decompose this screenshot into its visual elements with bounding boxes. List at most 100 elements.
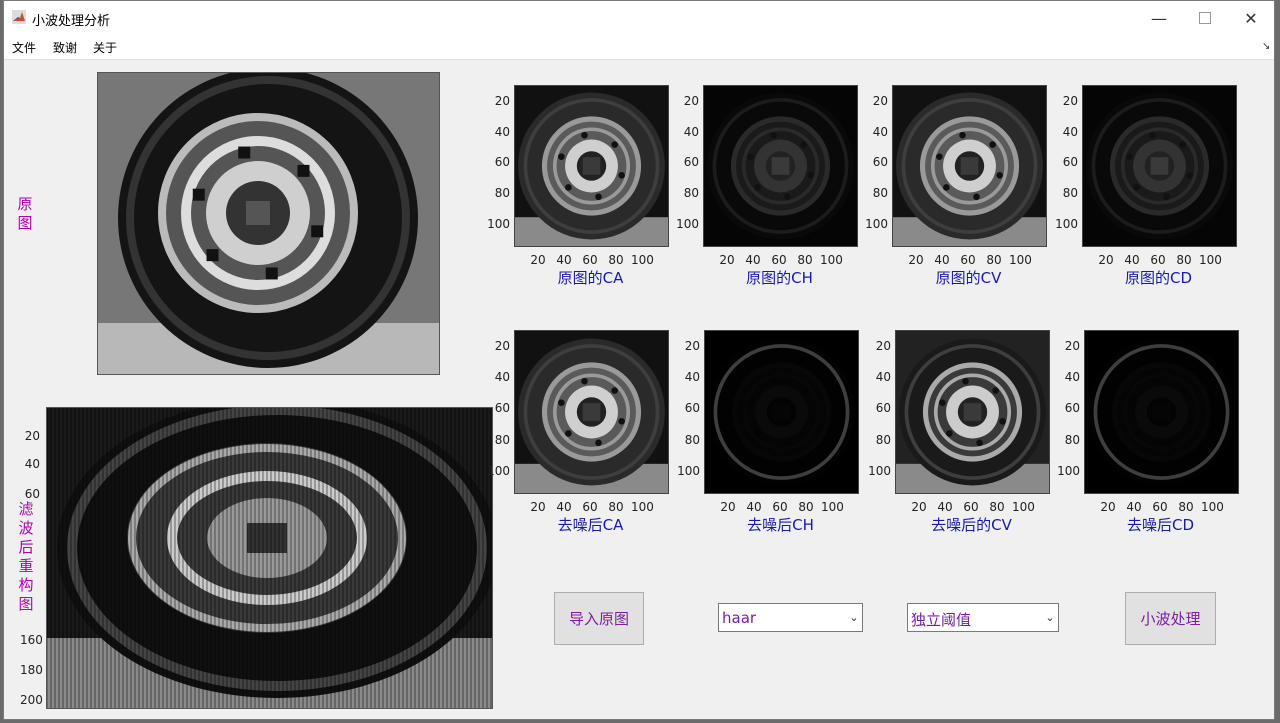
maximize-button[interactable]	[1182, 1, 1228, 35]
denoised-coeff-y-tick: 80	[875, 432, 891, 447]
denoised-coeff-image-1	[704, 330, 859, 494]
original-coeff-x-tick: 60	[960, 253, 976, 267]
original-coeff-caption-0: 原图的CA	[557, 269, 624, 287]
denoised-coeff-y-tick: 20	[875, 339, 891, 354]
original-coeff-x-tick: 80	[797, 253, 813, 267]
original-coeff-y-tick: 80	[872, 186, 888, 201]
original-coeff-x-tick: 20	[908, 253, 924, 267]
import-image-button[interactable]: 导入原图	[554, 592, 644, 645]
original-image	[97, 72, 440, 375]
original-coeff-x-tick: 40	[934, 253, 950, 267]
original-coeff-y-tick: 20	[1062, 93, 1078, 108]
denoised-coeff-y-tick: 80	[1064, 432, 1080, 447]
denoised-coeff-caption-1: 去噪后CH	[747, 516, 814, 534]
threshold-select[interactable]: 独立阈值 ⌄	[907, 603, 1059, 632]
original-coeff-image-3	[1082, 85, 1237, 247]
denoised-coeff-y-tick: 80	[494, 432, 510, 447]
denoised-coeff-x-tick: 20	[530, 500, 546, 514]
denoised-coeff-y-tick: 20	[494, 339, 510, 354]
maximize-icon	[1199, 12, 1211, 24]
original-coeff-y-tick: 60	[683, 155, 699, 170]
original-coeff-image-2	[892, 85, 1047, 247]
denoised-coeff-x-tick: 80	[989, 500, 1005, 514]
denoised-coeff-caption-2: 去噪后的CV	[931, 516, 1012, 534]
denoised-coeff-x-tick: 80	[798, 500, 814, 514]
denoised-coeff-x-tick: 100	[1012, 500, 1035, 514]
denoised-coeff-x-tick: 20	[911, 500, 927, 514]
original-coeff-y-tick: 40	[872, 124, 888, 139]
recon-y-tick: 20	[24, 429, 40, 443]
window-title: 小波处理分析	[32, 14, 111, 29]
original-coeff-x-tick: 80	[608, 253, 624, 267]
wavelet-select[interactable]: haar ⌄	[718, 603, 863, 632]
recon-y-tick: 200	[20, 693, 43, 707]
denoised-coeff-y-tick: 40	[684, 370, 700, 385]
original-coeff-y-tick: 100	[1055, 216, 1078, 231]
menu-about[interactable]: 关于	[93, 39, 117, 56]
denoised-coeff-image-3	[1084, 330, 1239, 494]
original-coeff-x-tick: 100	[631, 253, 654, 267]
original-coeff-caption-3: 原图的CD	[1124, 269, 1193, 287]
original-coeff-y-tick: 100	[487, 216, 510, 231]
original-coeff-x-tick: 60	[582, 253, 598, 267]
denoised-coeff-caption-0: 去噪后CA	[557, 516, 624, 534]
original-coeff-x-tick: 60	[1150, 253, 1166, 267]
denoised-coeff-x-tick: 60	[963, 500, 979, 514]
denoised-coeff-x-tick: 100	[821, 500, 844, 514]
dock-arrow-icon[interactable]: ↘	[1262, 41, 1270, 52]
reconstructed-image	[46, 407, 493, 709]
original-coeff-image-0	[514, 85, 669, 247]
minimize-button[interactable]: —	[1136, 1, 1182, 35]
original-coeff-y-tick: 20	[872, 93, 888, 108]
minimize-icon: —	[1151, 8, 1167, 28]
denoised-coeff-y-tick: 40	[1064, 370, 1080, 385]
original-coeff-x-tick: 20	[530, 253, 546, 267]
original-coeff-x-tick: 100	[820, 253, 843, 267]
denoised-coeff-x-tick: 100	[631, 500, 654, 514]
original-coeff-x-tick: 20	[1098, 253, 1114, 267]
denoised-coeff-y-tick: 80	[684, 432, 700, 447]
denoised-coeff-y-tick: 100	[1057, 463, 1080, 478]
denoised-coeff-x-tick: 80	[1178, 500, 1194, 514]
original-coeff-y-tick: 60	[494, 155, 510, 170]
original-coeff-y-tick: 80	[683, 186, 699, 201]
original-coeff-y-tick: 40	[494, 124, 510, 139]
denoised-coeff-image-0	[514, 330, 669, 494]
original-coeff-x-tick: 40	[1124, 253, 1140, 267]
chevron-down-icon: ⌄	[1041, 604, 1058, 631]
denoised-coeff-caption-3: 去噪后CD	[1126, 516, 1195, 534]
original-coeff-y-tick: 100	[865, 216, 888, 231]
menu-file[interactable]: 文件	[12, 39, 36, 56]
title-bar: 小波处理分析 — ✕	[4, 1, 1274, 35]
original-coeff-caption-2: 原图的CV	[935, 269, 1002, 287]
close-button[interactable]: ✕	[1228, 1, 1274, 35]
original-coeff-x-tick: 100	[1199, 253, 1222, 267]
wavelet-process-button[interactable]: 小波处理	[1125, 592, 1216, 645]
denoised-coeff-y-tick: 40	[875, 370, 891, 385]
menu-bar: 文件 致谢 关于 ↘	[4, 35, 1274, 60]
denoised-coeff-x-tick: 20	[720, 500, 736, 514]
denoised-coeff-y-tick: 40	[494, 370, 510, 385]
figure-area: 原图 滤波后重构图 20 40 60 160 180 200 20 40 60 80 100 20 40 60…	[4, 60, 1274, 719]
denoised-coeff-y-tick: 20	[684, 339, 700, 354]
threshold-select-value: 独立阈值	[911, 611, 972, 629]
menu-thanks[interactable]: 致谢	[53, 39, 77, 56]
denoised-coeff-x-tick: 40	[937, 500, 953, 514]
recon-y-tick: 60	[24, 487, 40, 501]
reconstructed-image-label: 滤波后重构图	[18, 500, 34, 613]
original-coeff-caption-1: 原图的CH	[746, 269, 813, 287]
original-coeff-x-tick: 80	[986, 253, 1002, 267]
original-coeff-y-tick: 20	[683, 93, 699, 108]
recon-y-tick: 160	[20, 633, 43, 647]
denoised-coeff-x-tick: 100	[1201, 500, 1224, 514]
denoised-coeff-y-tick: 60	[684, 401, 700, 416]
denoised-coeff-x-tick: 60	[772, 500, 788, 514]
original-coeff-x-tick: 20	[719, 253, 735, 267]
original-coeff-y-tick: 40	[683, 124, 699, 139]
app-window: 小波处理分析 — ✕ 文件 致谢 关于 ↘ 原图 滤波后重构图 20 40 60 160 1…	[3, 0, 1275, 720]
original-coeff-x-tick: 40	[745, 253, 761, 267]
original-coeff-y-tick: 20	[494, 93, 510, 108]
denoised-coeff-x-tick: 40	[556, 500, 572, 514]
close-icon: ✕	[1244, 8, 1258, 28]
denoised-coeff-y-tick: 100	[487, 463, 510, 478]
